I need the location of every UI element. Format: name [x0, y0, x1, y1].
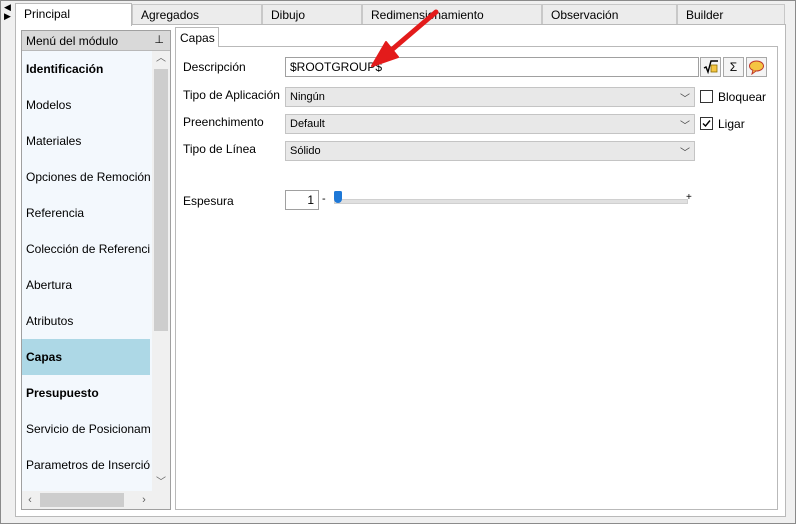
sidebar-item-opciones-remocion[interactable]: Opciones de Remoción [22, 159, 150, 195]
scroll-down-icon[interactable]: ﹀ [152, 475, 170, 491]
capas-panel: Descripción $ROOTGROUP$ Σ Tipo de Aplica… [175, 46, 778, 510]
tab-label: Agregados [141, 8, 200, 22]
preenchimento-label: Preenchimento [183, 115, 264, 129]
chevron-down-icon: ﹀ [680, 148, 690, 159]
scroll-left-icon[interactable]: ‹ [22, 491, 38, 509]
sidebar-item-abertura[interactable]: Abertura [22, 267, 150, 303]
slider-min-label: - [322, 193, 326, 205]
sidebar-item-coleccion-referencias[interactable]: Colección de Referencias [22, 231, 150, 267]
checkmark-icon [702, 120, 711, 128]
bloquear-checkbox[interactable] [700, 90, 713, 103]
tipo-aplicacion-select[interactable]: Ningún ﹀ [285, 87, 695, 107]
tab-redimensionamiento[interactable]: Redimensionamiento [362, 4, 542, 24]
tab-label: Capas [180, 31, 215, 45]
tab-capas[interactable]: Capas [175, 27, 219, 47]
chevron-down-icon: ﹀ [680, 94, 690, 105]
descripcion-label: Descripción [183, 60, 246, 74]
sidebar-item-referencia[interactable]: Referencia [22, 195, 150, 231]
horizontal-scroll-thumb[interactable] [40, 493, 124, 507]
sidebar-item-parametros-insercion[interactable]: Parametros de Inserción [22, 447, 150, 483]
tab-label: Builder [686, 8, 724, 22]
sigma-icon[interactable]: Σ [723, 57, 744, 77]
sidebar-item-materiales[interactable]: Materiales [22, 123, 150, 159]
module-menu-list: Identificación Modelos Materiales Opcion… [22, 51, 150, 491]
tab-observacion[interactable]: Observación [542, 4, 677, 24]
espesura-input[interactable]: 1 [285, 190, 319, 210]
tab-content: Menú del módulo ⊥ Identificación Modelos… [15, 24, 786, 517]
chevron-down-icon: ﹀ [680, 121, 690, 132]
ligar-checkbox[interactable] [700, 117, 713, 130]
espesura-slider-thumb[interactable] [334, 191, 342, 203]
sidebar-item-identificacion[interactable]: Identificación [22, 51, 150, 87]
tab-label: Principal [24, 7, 71, 21]
scroll-right-icon[interactable]: › [136, 491, 152, 509]
module-menu-header: Menú del módulo ⊥ [22, 31, 170, 51]
module-menu-title: Menú del módulo [26, 34, 119, 48]
descripcion-input[interactable]: $ROOTGROUP$ [285, 57, 699, 77]
tab-builder[interactable]: Builder [677, 4, 785, 24]
formula-icon[interactable] [700, 57, 721, 77]
sidebar-item-modelos[interactable]: Modelos [22, 87, 150, 123]
slider-max-label: + [686, 192, 692, 203]
select-value: Ningún [290, 91, 325, 103]
tab-dibujo[interactable]: Dibujo [262, 4, 362, 24]
tipo-linea-select[interactable]: Sólido ﹀ [285, 141, 695, 161]
tab-label: Redimensionamiento [371, 8, 484, 22]
tipo-aplicacion-label: Tipo de Aplicación [183, 88, 280, 102]
select-value: Sólido [290, 145, 321, 157]
ligar-label: Ligar [718, 117, 745, 131]
tab-label: Observación [551, 8, 619, 22]
select-value: Default [290, 118, 325, 130]
preenchimento-select[interactable]: Default ﹀ [285, 114, 695, 134]
tab-agregados[interactable]: Agregados [132, 4, 262, 24]
horizontal-scrollbar[interactable]: ‹ › [22, 491, 152, 509]
sidebar-item-capas[interactable]: Capas [22, 339, 150, 375]
nav-right-icon[interactable]: ▶ [4, 12, 14, 21]
tab-label: Dibujo [271, 8, 306, 22]
vertical-scroll-thumb[interactable] [154, 69, 168, 331]
pin-icon[interactable]: ⊥ [154, 33, 164, 46]
sidebar-item-presupuesto[interactable]: Presupuesto [22, 375, 150, 411]
module-menu: Menú del módulo ⊥ Identificación Modelos… [21, 30, 171, 510]
espesura-label: Espesura [183, 194, 234, 208]
vertical-scrollbar[interactable]: ︿ ﹀ [152, 51, 170, 491]
scroll-up-icon[interactable]: ︿ [152, 51, 170, 67]
bloquear-label: Bloquear [718, 90, 767, 104]
nav-arrows[interactable]: ◀ ▶ [4, 3, 14, 23]
tab-principal[interactable]: Principal [15, 3, 132, 26]
tipo-linea-label: Tipo de Línea [183, 142, 256, 156]
espesura-slider-track[interactable] [334, 199, 688, 204]
module-window: ◀ ▶ Principal Agregados Dibujo Redimensi… [0, 0, 796, 524]
comment-icon[interactable] [746, 57, 767, 77]
sidebar-item-servicio-posicionamiento[interactable]: Servicio de Posicionamiento [22, 411, 150, 447]
sidebar-item-atributos[interactable]: Atributos [22, 303, 150, 339]
main-tabbar: Principal Agregados Dibujo Redimensionam… [15, 3, 785, 26]
scroll-corner [152, 491, 170, 509]
